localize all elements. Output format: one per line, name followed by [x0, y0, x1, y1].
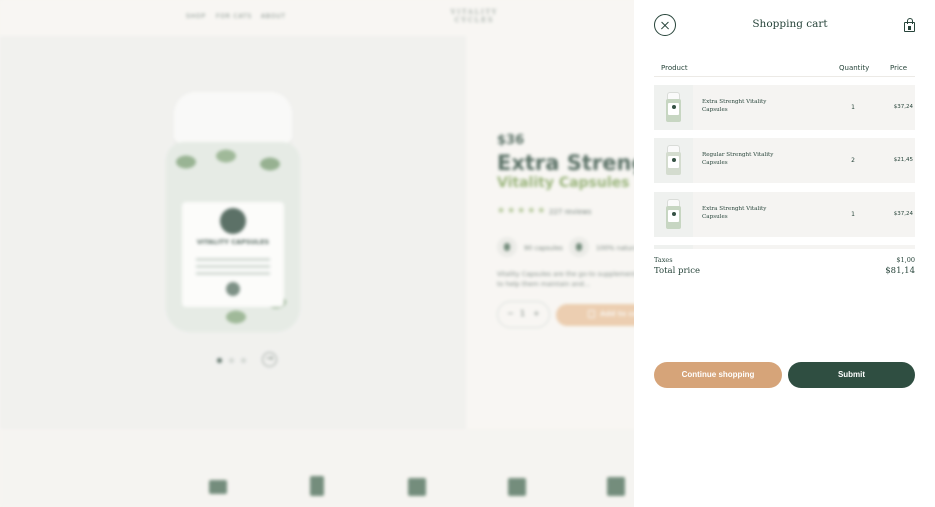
column-header-quantity: Quantity — [839, 64, 870, 72]
cart-item-price: $37,24 — [893, 104, 913, 110]
cart-item-price: $21,45 — [893, 157, 913, 163]
product-thumbnail — [654, 85, 693, 130]
total-price-label: Total price — [654, 266, 701, 276]
continue-shopping-button[interactable]: Continue shopping — [654, 362, 782, 388]
product-thumbnail — [654, 245, 693, 249]
taxes-label: Taxes — [654, 256, 673, 264]
submit-button[interactable]: Submit — [788, 362, 915, 388]
product-thumbnail — [654, 192, 693, 237]
column-header-price: Price — [890, 64, 908, 72]
header-divider — [654, 76, 915, 77]
cart-item[interactable] — [654, 245, 915, 249]
product-thumbnail — [654, 138, 693, 183]
cart-item[interactable]: Extra Strenght Vitality Capsules 1 $37,2… — [654, 192, 915, 237]
cart-item-name: Extra Strenght Vitality Capsules — [702, 99, 767, 113]
cart-item-quantity: 1 — [851, 211, 855, 218]
shopping-bag-icon[interactable] — [903, 18, 916, 32]
cart-item-name: Extra Strenght Vitality Capsules — [702, 206, 767, 220]
column-header-product: Product — [661, 64, 688, 72]
total-price-value: $81,14 — [885, 266, 915, 276]
cart-item-price: $37,24 — [893, 211, 913, 217]
cart-item[interactable]: Regular Strenght Vitality Capsules 2 $21… — [654, 138, 915, 183]
cart-title: Shopping cart — [752, 18, 828, 30]
cart-item-name: Regular Strenght Vitality Capsules — [702, 152, 774, 166]
cart-items-list[interactable]: Extra Strenght Vitality Capsules 1 $37,2… — [654, 85, 915, 249]
taxes-value: $1,00 — [896, 256, 915, 264]
cart-item-quantity: 2 — [851, 157, 855, 164]
cart-item[interactable]: Extra Strenght Vitality Capsules 1 $37,2… — [654, 85, 915, 130]
cart-item-quantity: 1 — [851, 104, 855, 111]
